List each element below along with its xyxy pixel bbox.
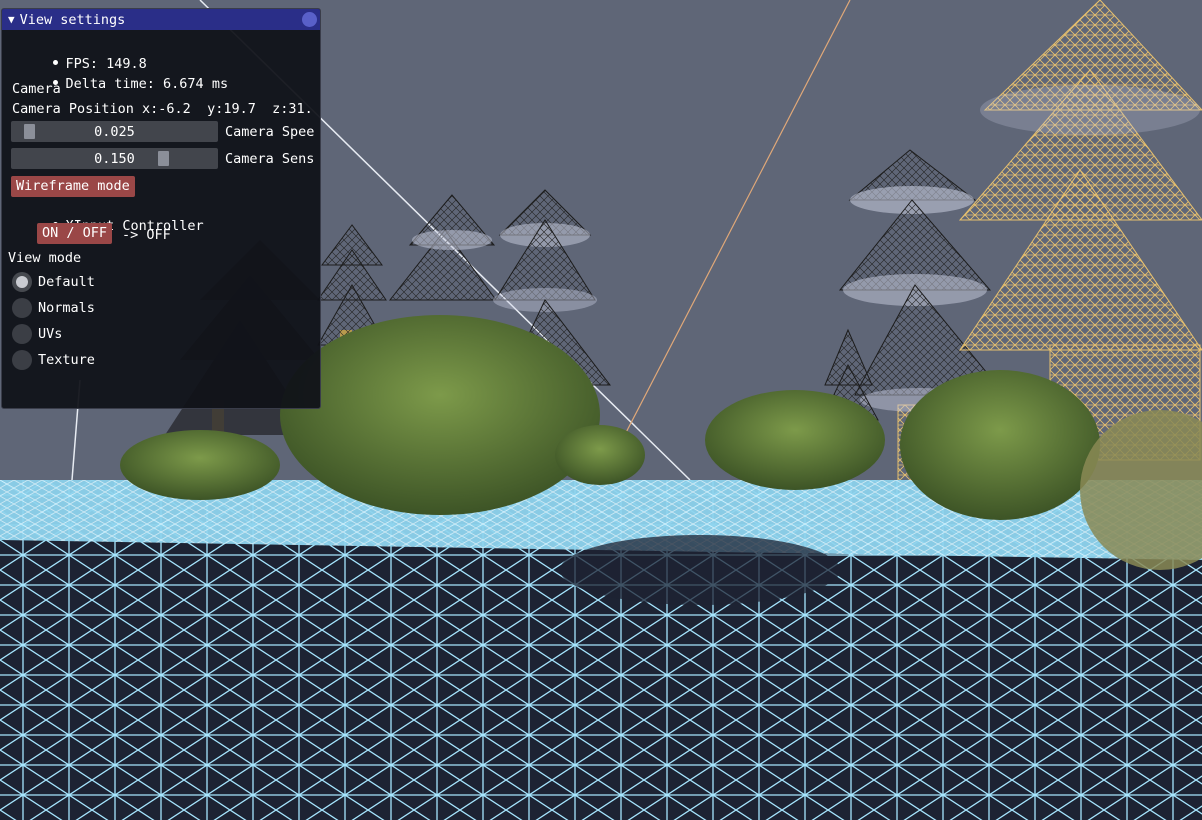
radio-texture[interactable]: Texture bbox=[12, 350, 95, 370]
camera-sens-label: Camera Sens bbox=[225, 151, 315, 167]
xinput-toggle-button[interactable]: ON / OFF bbox=[37, 223, 113, 244]
radio-default[interactable]: Default bbox=[12, 272, 95, 292]
view-settings-window: ▼ View settings FPS: 149.8 Delta time: 6… bbox=[1, 8, 321, 409]
camera-header: Camera bbox=[12, 81, 61, 97]
radio-checked-icon[interactable] bbox=[12, 272, 32, 292]
view-mode-header: View mode bbox=[8, 250, 82, 266]
radio-label: UVs bbox=[38, 326, 63, 342]
camera-sens-slider[interactable]: 0.150 bbox=[11, 148, 218, 169]
radio-label: Normals bbox=[38, 300, 95, 316]
camera-speed-value: 0.025 bbox=[94, 124, 135, 140]
xinput-state: -> OFF bbox=[122, 227, 171, 243]
wireframe-mode-button[interactable]: Wireframe mode bbox=[11, 176, 135, 197]
radio-unchecked-icon[interactable] bbox=[12, 324, 32, 344]
radio-label: Default bbox=[38, 274, 95, 290]
window-titlebar[interactable]: ▼ View settings bbox=[2, 9, 320, 30]
camera-speed-slider[interactable]: 0.025 bbox=[11, 121, 218, 142]
radio-unchecked-icon[interactable] bbox=[12, 350, 32, 370]
radio-normals[interactable]: Normals bbox=[12, 298, 95, 318]
window-title: View settings bbox=[19, 11, 126, 28]
delta-time-label: Delta time: 6.674 ms bbox=[65, 76, 229, 92]
camera-speed-label: Camera Spee bbox=[225, 124, 315, 140]
radio-uvs[interactable]: UVs bbox=[12, 324, 62, 344]
radio-label: Texture bbox=[38, 352, 95, 368]
camera-sens-value: 0.150 bbox=[94, 151, 135, 167]
radio-unchecked-icon[interactable] bbox=[12, 298, 32, 318]
camera-position: Camera Position x:-6.2 y:19.7 z:31. bbox=[12, 101, 313, 117]
window-close-icon[interactable] bbox=[302, 12, 317, 27]
bush-center bbox=[280, 315, 600, 515]
collapse-arrow-icon[interactable]: ▼ bbox=[8, 12, 15, 28]
